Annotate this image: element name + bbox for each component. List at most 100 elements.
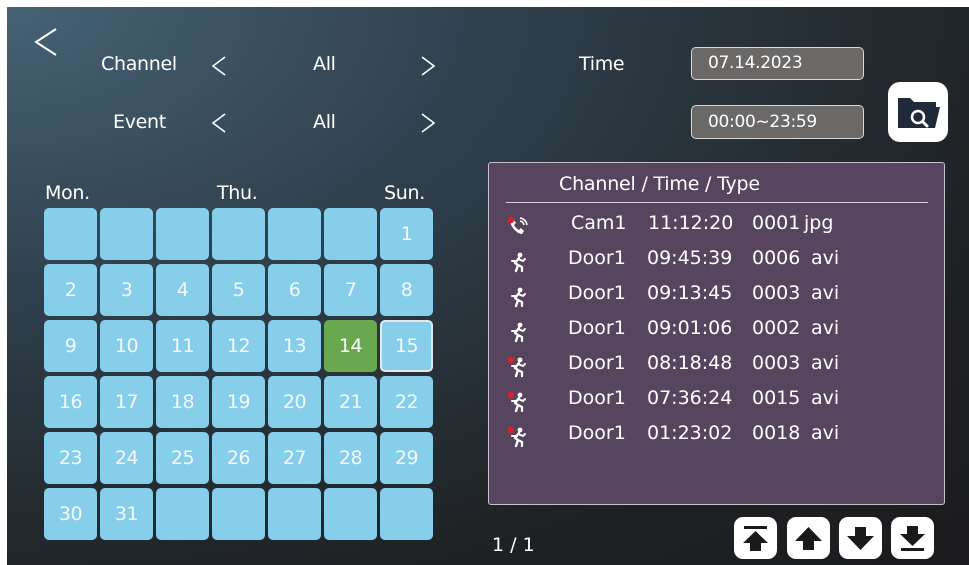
- calendar-day[interactable]: 27: [268, 432, 321, 484]
- record-number: 0002: [752, 317, 801, 339]
- calendar-day[interactable]: 17: [100, 376, 153, 428]
- event-next-button[interactable]: [419, 112, 437, 134]
- back-chevron-icon: [34, 28, 57, 56]
- page-up-button[interactable]: [787, 517, 830, 559]
- calendar-day[interactable]: 14: [324, 320, 377, 372]
- record-type: avi: [811, 247, 840, 269]
- calendar-day[interactable]: 19: [212, 376, 265, 428]
- record-type: avi: [811, 387, 840, 409]
- calendar-empty-cell: [324, 488, 377, 540]
- record-type: avi: [811, 422, 840, 444]
- calendar-empty-cell: [44, 208, 97, 260]
- calendar-day[interactable]: 13: [268, 320, 321, 372]
- calendar-day[interactable]: 5: [212, 264, 265, 316]
- arrow-down-icon: [847, 527, 874, 550]
- running-person-icon: [507, 356, 529, 378]
- search-button[interactable]: [888, 82, 948, 142]
- record-row[interactable]: Door1 08:18:48 0003 avi: [489, 352, 946, 382]
- chevron-left-icon: [211, 113, 226, 133]
- calendar-day[interactable]: 26: [212, 432, 265, 484]
- record-channel: Door1: [568, 247, 626, 269]
- record-row[interactable]: Door1 01:23:02 0018 avi: [489, 422, 946, 452]
- calendar-day[interactable]: 28: [324, 432, 377, 484]
- calendar-day[interactable]: 24: [100, 432, 153, 484]
- arrow-up-icon: [795, 527, 822, 550]
- playback-screen: Channel All Event All Time 07.14.2023 00…: [7, 7, 969, 565]
- record-row[interactable]: Door1 09:13:45 0003 avi: [489, 282, 946, 312]
- calendar-empty-cell: [212, 488, 265, 540]
- record-row[interactable]: Door1 09:01:06 0002 avi: [489, 317, 946, 347]
- folder-search-icon: [898, 98, 940, 128]
- record-number: 0015: [752, 387, 801, 409]
- calendar-empty-cell: [324, 208, 377, 260]
- record-channel: Door1: [568, 387, 626, 409]
- record-list-panel: Channel / Time / Type Cam1 11:12:20 0001 jp…: [488, 162, 945, 505]
- calendar-day[interactable]: 6: [268, 264, 321, 316]
- running-person-icon: [507, 391, 529, 413]
- record-row[interactable]: Door1 09:45:39 0006 avi: [489, 247, 946, 277]
- record-channel: Door1: [568, 317, 626, 339]
- event-prev-button[interactable]: [210, 112, 228, 134]
- calendar-day[interactable]: 15: [380, 320, 433, 372]
- calendar-day[interactable]: 7: [324, 264, 377, 316]
- record-list-header: Channel / Time / Type: [559, 173, 760, 195]
- calendar-day[interactable]: 22: [380, 376, 433, 428]
- calendar-empty-cell: [156, 208, 209, 260]
- calendar-empty-cell: [268, 208, 321, 260]
- record-type: avi: [811, 317, 840, 339]
- record-number: 0006: [752, 247, 801, 269]
- calendar-empty-cell: [380, 488, 433, 540]
- channel-prev-button[interactable]: [210, 55, 228, 77]
- record-time: 09:01:06: [647, 317, 733, 339]
- calendar-day[interactable]: 11: [156, 320, 209, 372]
- calendar-day[interactable]: 10: [100, 320, 153, 372]
- channel-label: Channel: [101, 53, 177, 75]
- page-indicator: 1 / 1: [492, 534, 535, 556]
- record-type: avi: [811, 282, 840, 304]
- call-icon: [507, 216, 529, 238]
- calendar-day[interactable]: 3: [100, 264, 153, 316]
- record-channel: Cam1: [571, 212, 627, 234]
- calendar-day[interactable]: 8: [380, 264, 433, 316]
- record-time: 01:23:02: [647, 422, 733, 444]
- record-row[interactable]: Cam1 11:12:20 0001 jpg: [489, 212, 946, 242]
- event-value: All: [313, 111, 336, 133]
- record-number: 0001: [752, 212, 801, 234]
- channel-value: All: [313, 53, 336, 75]
- calendar-day[interactable]: 18: [156, 376, 209, 428]
- last-page-button[interactable]: [891, 517, 934, 559]
- channel-next-button[interactable]: [419, 55, 437, 77]
- first-page-button[interactable]: [734, 517, 777, 559]
- record-time: 09:45:39: [647, 247, 733, 269]
- record-row[interactable]: Door1 07:36:24 0015 avi: [489, 387, 946, 417]
- record-channel: Door1: [568, 282, 626, 304]
- calendar-empty-cell: [100, 208, 153, 260]
- calendar-day[interactable]: 1: [380, 208, 433, 260]
- calendar-day[interactable]: 29: [380, 432, 433, 484]
- record-time: 11:12:20: [648, 212, 734, 234]
- chevron-left-icon: [211, 56, 226, 76]
- header-divider: [506, 202, 928, 203]
- calendar-day[interactable]: 25: [156, 432, 209, 484]
- page-down-button[interactable]: [839, 517, 882, 559]
- record-number: 0003: [752, 282, 801, 304]
- chevron-right-icon: [421, 113, 436, 133]
- arrow-bottom-icon: [900, 526, 925, 551]
- calendar-empty-cell: [156, 488, 209, 540]
- time-range-field[interactable]: 00:00~23:59: [691, 105, 864, 139]
- arrow-top-icon: [743, 526, 768, 551]
- calendar-day[interactable]: 16: [44, 376, 97, 428]
- calendar-day[interactable]: 20: [268, 376, 321, 428]
- calendar-day[interactable]: 31: [100, 488, 153, 540]
- calendar-day[interactable]: 2: [44, 264, 97, 316]
- calendar-day[interactable]: 9: [44, 320, 97, 372]
- calendar-day[interactable]: 4: [156, 264, 209, 316]
- calendar-day[interactable]: 12: [212, 320, 265, 372]
- calendar-day[interactable]: 30: [44, 488, 97, 540]
- calendar-day[interactable]: 23: [44, 432, 97, 484]
- calendar-day[interactable]: 21: [324, 376, 377, 428]
- record-time: 09:13:45: [647, 282, 733, 304]
- date-field[interactable]: 07.14.2023: [691, 47, 864, 80]
- back-button[interactable]: [32, 25, 62, 59]
- calendar-header-mon: Mon.: [45, 182, 90, 204]
